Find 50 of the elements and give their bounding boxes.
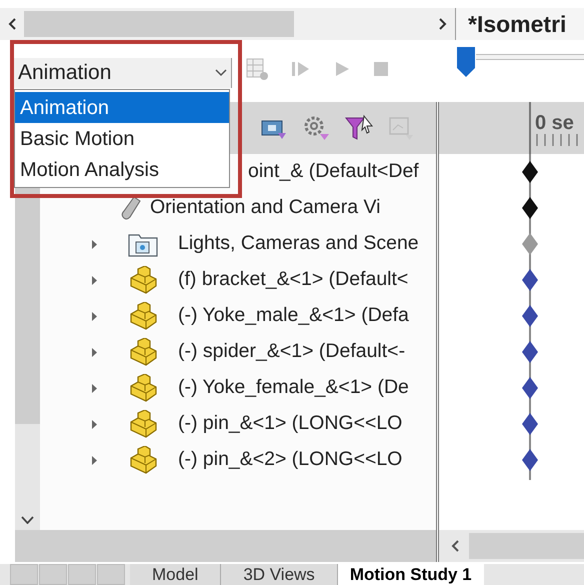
keyframe-icon[interactable] [521,340,539,364]
study-type-dropdown[interactable]: Animation [14,58,232,88]
dropdown-option[interactable]: Animation [15,92,229,123]
keyframe-icon[interactable] [521,448,539,472]
scroll-down-icon[interactable] [21,516,34,524]
camera-icon [120,195,142,221]
keyframe-icon[interactable] [521,304,539,328]
tree-item-label[interactable]: (-) spider_&<1> (Default<- [178,337,406,367]
right-chevron-icon [439,18,447,30]
part-icon [128,338,158,366]
expand-arrow-icon[interactable] [91,418,98,430]
expand-arrow-icon[interactable] [91,454,98,466]
tree-item-label[interactable]: (-) pin_&<1> (LONG<<LO [178,409,402,439]
filter-icon[interactable] [344,114,374,142]
tree-item-label[interactable]: Lights, Cameras and Scene [178,229,419,259]
part-icon [128,410,158,438]
dropdown-option[interactable]: Motion Analysis [15,154,229,185]
view-title: *Isometri [468,10,566,39]
gear-filter-icon[interactable] [302,114,330,142]
tree-item-label[interactable]: (-) Yoke_female_&<1> (De [178,373,409,403]
chevron-down-icon [215,69,227,77]
tree-item-label[interactable]: (f) bracket_&<1> (Default< [178,265,408,295]
expand-arrow-icon[interactable] [91,274,98,286]
keyframe-icon[interactable] [521,412,539,436]
scrollbar-thumb[interactable] [469,533,584,559]
keyframe-icon[interactable] [521,376,539,400]
part-icon [128,446,158,474]
expand-arrow-icon[interactable] [91,310,98,322]
left-chevron-icon [8,18,16,30]
expand-arrow-icon[interactable] [91,346,98,358]
keyframe-icon[interactable] [521,196,539,220]
tab[interactable]: Motion Study 1 [338,564,484,585]
tab[interactable]: 3D Views [221,564,338,585]
part-icon [128,302,158,330]
tree-item-label[interactable]: Orientation and Camera Vi [150,193,381,223]
horizontal-scrollbar[interactable] [15,530,436,562]
keyframe-icon[interactable] [521,160,539,184]
tree-item-label[interactable]: (-) pin_&<2> (LONG<<LO [178,445,402,475]
expand-arrow-icon[interactable] [91,238,98,250]
expand-arrow-icon[interactable] [91,382,98,394]
keyframe-icon[interactable] [521,268,539,292]
scrollbar-thumb[interactable] [24,11,294,37]
part-icon [128,374,158,402]
time-slider-thumb[interactable] [456,46,476,78]
tab[interactable]: Model [130,564,222,585]
tree-item-label[interactable]: (-) Yoke_male_&<1> (Defa [178,301,409,331]
tree-item-label[interactable]: oint_& (Default<Def [248,157,419,187]
time-label: 0 se [535,111,574,136]
part-icon [128,266,158,294]
left-chevron-icon[interactable] [451,540,459,552]
